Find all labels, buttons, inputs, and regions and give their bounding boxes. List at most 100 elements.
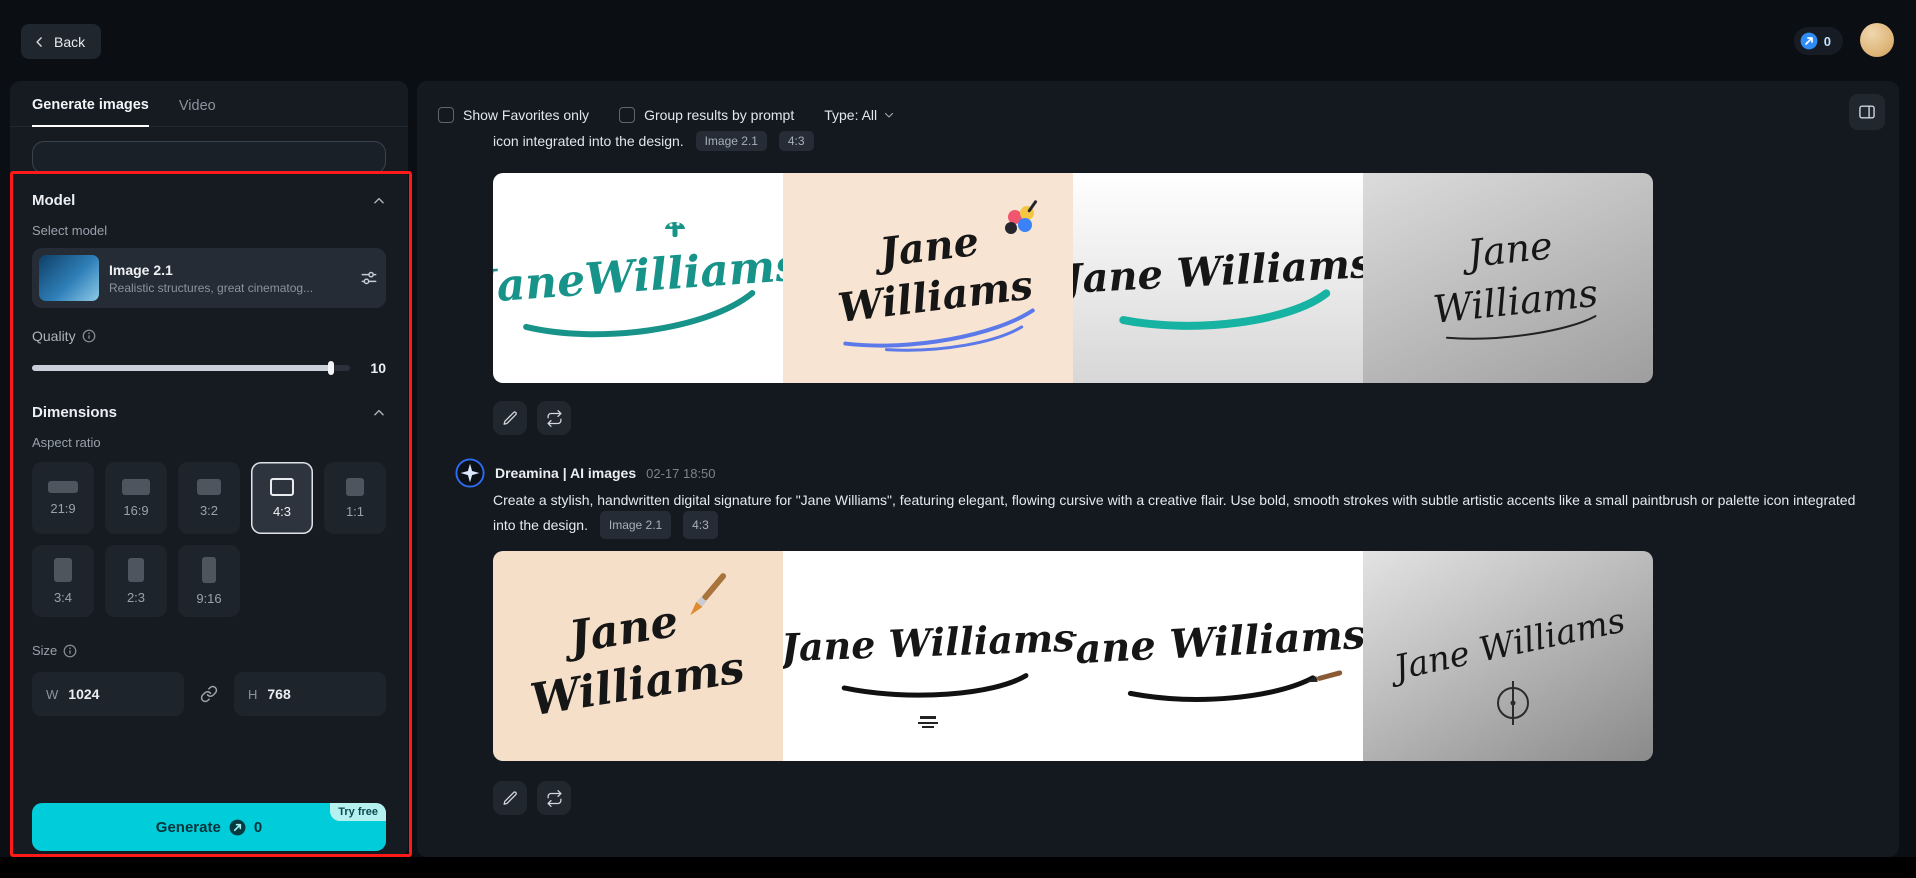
edit-icon [502, 410, 517, 425]
signature-text: Jane Williams [1073, 611, 1363, 674]
quality-slider-row: 10 [32, 360, 386, 376]
message2-author: Dreamina | AI images [495, 465, 637, 481]
user-avatar[interactable] [1860, 23, 1894, 57]
model-card[interactable]: Image 2.1 Realistic structures, great ci… [32, 248, 386, 308]
link-icon [200, 685, 218, 703]
generate-label: Generate [155, 818, 221, 836]
ratio-icon [128, 557, 144, 582]
quality-label-row: Quality [32, 328, 386, 344]
ratio-3-4[interactable]: 3:4 [32, 545, 94, 617]
dreamina-logo-icon [455, 458, 485, 488]
signature-text: Williams [527, 642, 748, 726]
signature-flourish [884, 325, 1024, 352]
message2-header: Dreamina | AI images 02-17 18:50 [455, 458, 716, 488]
message1-text: icon integrated into the design. [493, 133, 684, 149]
tab-generate-images[interactable]: Generate images [32, 97, 149, 127]
sidebar-tabbar: Generate images Video [10, 81, 408, 127]
favorites-label: Show Favorites only [463, 107, 590, 123]
group-label: Group results by prompt [644, 107, 795, 123]
panel-toggle-button[interactable] [1849, 94, 1885, 130]
signature-flourish [841, 673, 1029, 698]
ratio-4-3[interactable]: 4:3 [251, 462, 313, 534]
ratio-16-9[interactable]: 16:9 [105, 462, 167, 534]
ratio-9-16[interactable]: 9:16 [178, 545, 240, 617]
info-icon[interactable] [82, 329, 96, 343]
result-actions [493, 401, 571, 435]
ratio-21-9[interactable]: 21:9 [32, 462, 94, 534]
repeat-icon [546, 789, 562, 807]
favorites-filter[interactable]: Show Favorites only [438, 107, 589, 123]
type-dropdown[interactable]: Type: All [824, 107, 895, 123]
group-filter[interactable]: Group results by prompt [619, 107, 794, 123]
generated-image[interactable]: Jane Williams [1073, 551, 1363, 761]
width-input[interactable] [68, 686, 139, 702]
model-meta: Image 2.1 Realistic structures, great ci… [109, 262, 349, 295]
generated-image[interactable]: Jane Williams [1363, 173, 1653, 383]
message1-text-row: icon integrated into the design. Image 2… [493, 131, 814, 151]
ratio-tag: 4:3 [778, 131, 814, 151]
regenerate-button[interactable] [537, 781, 571, 815]
select-model-label: Select model [32, 223, 108, 238]
prompt-input-partial[interactable] [32, 141, 386, 174]
message2-prompt: Create a stylish, handwritten digital si… [493, 489, 1863, 539]
credits-badge[interactable]: 0 [1793, 27, 1843, 55]
edit-button[interactable] [493, 781, 527, 815]
favorites-checkbox[interactable] [438, 107, 454, 123]
generated-image[interactable]: Jane Williams [1073, 173, 1363, 383]
signature-flourish [1119, 289, 1331, 330]
group-checkbox[interactable] [619, 107, 636, 123]
signature-text: Jane Williams [1385, 601, 1629, 690]
quality-slider[interactable] [32, 361, 350, 375]
generated-image[interactable]: Jane Williams [783, 551, 1073, 761]
ratio-icon [48, 480, 78, 493]
quality-slider-fill [32, 365, 331, 371]
ratio-3-2[interactable]: 3:2 [178, 462, 240, 534]
result-actions [493, 781, 571, 815]
signature-text: Williams [1431, 271, 1600, 332]
size-label-row: Size [32, 643, 386, 658]
generate-credits: 0 [253, 818, 263, 836]
palette-icon [1005, 200, 1038, 234]
height-input[interactable] [267, 686, 338, 702]
ratio-icon [197, 478, 221, 495]
compass-icon [1497, 681, 1529, 725]
ratio-icon [346, 477, 364, 496]
signature-text: Jane [870, 218, 981, 278]
regenerate-button[interactable] [537, 401, 571, 435]
height-label: H [248, 686, 258, 702]
generate-button[interactable]: Generate 0 Try free [32, 803, 386, 851]
width-field[interactable]: W [32, 672, 184, 716]
coin-icon [229, 819, 246, 835]
signature-stamp [918, 716, 938, 728]
mushroom-icon [665, 222, 685, 237]
generated-image[interactable]: Jane Williams [783, 173, 1073, 383]
paintbrush-icon [690, 573, 727, 616]
app-window: Back 0 Generate images Video Model Selec… [0, 0, 1916, 878]
generated-image[interactable]: JaneWilliams [493, 173, 783, 383]
link-dimensions-button[interactable] [192, 685, 226, 703]
ratio-1-1[interactable]: 1:1 [324, 462, 386, 534]
ratio-2-3[interactable]: 2:3 [105, 545, 167, 617]
width-label: W [46, 686, 59, 702]
chevron-left-icon [36, 36, 42, 47]
back-button[interactable]: Back [21, 24, 102, 59]
sliders-icon[interactable] [359, 268, 379, 288]
tab-video[interactable]: Video [179, 98, 216, 126]
chevron-up-icon [374, 409, 384, 415]
chevron-down-icon [885, 112, 894, 118]
height-field[interactable]: H [234, 672, 386, 716]
dimensions-section-header[interactable]: Dimensions [32, 404, 386, 421]
results-panel: Show Favorites only Group results by pro… [417, 81, 1899, 857]
model-section-header[interactable]: Model [32, 192, 386, 209]
generated-image[interactable]: Jane Williams [493, 551, 783, 761]
model-tag: Image 2.1 [599, 511, 672, 539]
back-label: Back [54, 33, 86, 50]
message2-timestamp: 02-17 18:50 [646, 465, 716, 481]
quality-slider-thumb[interactable] [327, 361, 334, 375]
model-tag: Image 2.1 [695, 131, 767, 151]
info-icon[interactable] [63, 644, 77, 658]
signature-text: Williams [835, 261, 1035, 332]
edit-button[interactable] [493, 401, 527, 435]
size-inputs-row: W H [32, 672, 386, 716]
generated-image[interactable]: Jane Williams [1363, 551, 1653, 761]
